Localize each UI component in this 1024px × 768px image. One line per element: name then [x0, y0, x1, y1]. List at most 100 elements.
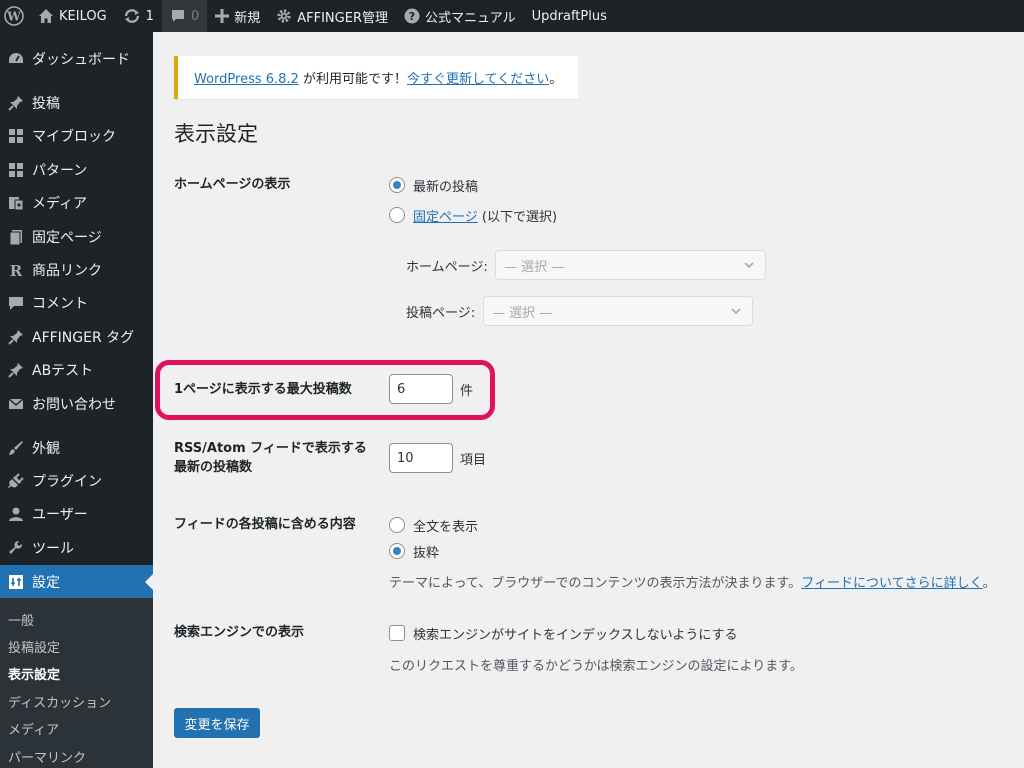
- update-icon: [123, 8, 141, 24]
- sidebar-item-13[interactable]: プラグイン: [0, 464, 153, 498]
- radio-latest-posts[interactable]: [389, 177, 405, 193]
- sidebar-item-label: パターン: [32, 163, 88, 179]
- svg-text:R: R: [10, 262, 23, 279]
- sidebar-item-4[interactable]: パターン: [0, 153, 153, 187]
- comments-count: 0: [190, 8, 200, 24]
- r-icon: R: [0, 261, 32, 279]
- new-content-link[interactable]: 新規: [207, 0, 268, 32]
- sidebar-item-2[interactable]: 投稿: [0, 86, 153, 120]
- noindex-checkbox-label: 検索エンジンがサイトをインデックスしないようにする: [413, 628, 738, 643]
- affinger-label: AFFINGER管理: [297, 10, 388, 26]
- sidebar-item-16[interactable]: 設定: [0, 565, 153, 599]
- site-name-link[interactable]: KEILOG: [30, 0, 115, 32]
- help-icon: ?: [404, 8, 420, 24]
- pin-icon: [0, 328, 32, 346]
- chevron-down-icon: [743, 259, 755, 275]
- posts-page-select-value: — 選択 —: [492, 305, 553, 321]
- sidebar-item-15[interactable]: ツール: [0, 531, 153, 565]
- sidebar-item-label: ツール: [32, 541, 74, 557]
- pin-icon: [0, 94, 32, 112]
- rss-count-input[interactable]: [389, 443, 453, 473]
- user-icon: [0, 505, 32, 523]
- static-page-option: 固定ページ (以下で選択): [413, 206, 557, 225]
- feed-description-text: テーマによって、ブラウザーでのコンテンツの表示方法が決まります。: [389, 576, 802, 591]
- submenu-item[interactable]: 一般: [8, 610, 34, 629]
- notice-end: 。: [549, 72, 563, 87]
- noindex-checkbox[interactable]: [389, 625, 405, 641]
- sidebar-item-11[interactable]: お問い合わせ: [0, 387, 153, 421]
- sidebar-item-7[interactable]: R 商品リンク: [0, 253, 153, 287]
- sidebar-item-1[interactable]: ダッシュボード: [0, 42, 153, 76]
- pin-icon: [0, 361, 32, 379]
- update-now-link[interactable]: 今すぐ更新してください: [407, 72, 549, 87]
- sidebar-item-label: ダッシュボード: [32, 52, 130, 68]
- posts-per-page-input[interactable]: [389, 374, 453, 404]
- radio-full-text[interactable]: [389, 517, 405, 533]
- posts-page-select[interactable]: — 選択 —: [483, 296, 753, 326]
- submenu-item[interactable]: メディア: [8, 719, 59, 738]
- posts-per-page-unit: 件: [460, 384, 474, 399]
- full-text-label: 全文を表示: [413, 520, 479, 535]
- sidebar-item-label: プラグイン: [32, 474, 102, 490]
- sidebar-item-label: 商品リンク: [32, 263, 102, 279]
- rss-count-label-line1: RSS/Atom フィードで表示する: [174, 441, 367, 456]
- latest-posts-label: 最新の投稿: [413, 180, 479, 195]
- updraftplus-link[interactable]: UpdraftPlus: [524, 0, 615, 32]
- comment-icon: [0, 294, 32, 312]
- rss-count-unit: 項目: [460, 453, 487, 468]
- affinger-link[interactable]: AFFINGER管理: [268, 0, 396, 32]
- front-page-select[interactable]: — 選択 —: [495, 250, 766, 280]
- save-changes-button[interactable]: 変更を保存: [174, 708, 260, 738]
- homepage-display-label: ホームページの表示: [174, 177, 291, 192]
- brush-icon: [0, 439, 32, 457]
- version-link[interactable]: WordPress 6.8.2: [194, 72, 299, 87]
- site-name: KEILOG: [59, 8, 107, 24]
- page-icon: [0, 228, 32, 246]
- settings-icon: [0, 573, 32, 591]
- manual-link[interactable]: ? 公式マニュアル: [396, 0, 524, 32]
- patterns-icon: [0, 161, 32, 179]
- submenu-item[interactable]: パーマリンク: [8, 747, 86, 766]
- radio-excerpt[interactable]: [389, 543, 405, 559]
- update-notice: WordPress 6.8.2 が利用可能です！今すぐ更新してください。: [174, 56, 578, 99]
- home-icon: [38, 8, 54, 24]
- sidebar-item-6[interactable]: 固定ページ: [0, 220, 153, 254]
- rss-count-label-line2: 最新の投稿数: [174, 460, 253, 475]
- sidebar-item-label: マイブロック: [32, 129, 116, 145]
- media-icon: [0, 194, 32, 212]
- wordpress-logo-icon[interactable]: W: [0, 0, 30, 32]
- sidebar-item-5[interactable]: メディア: [0, 186, 153, 220]
- feed-learn-more-link[interactable]: フィードについてさらに詳しく: [801, 576, 982, 591]
- sidebar-item-10[interactable]: ABテスト: [0, 353, 153, 387]
- sidebar-item-3[interactable]: マイブロック: [0, 119, 153, 153]
- sidebar-item-label: 投稿: [32, 96, 60, 112]
- search-engine-description: このリクエストを尊重するかどうかは検索エンジンの設定によります。: [389, 659, 803, 674]
- sidebar-item-14[interactable]: ユーザー: [0, 497, 153, 531]
- sidebar-item-9[interactable]: AFFINGER タグ: [0, 320, 153, 354]
- new-label: 新規: [234, 10, 261, 26]
- svg-text:W: W: [6, 10, 21, 24]
- comments-link[interactable]: 0: [161, 0, 208, 32]
- manual-label: 公式マニュアル: [424, 10, 516, 26]
- sidebar-item-8[interactable]: コメント: [0, 286, 153, 320]
- excerpt-label: 抜粋: [413, 546, 440, 561]
- sidebar-item-label: ABテスト: [32, 363, 94, 379]
- plus-icon: [215, 9, 230, 23]
- sidebar-item-12[interactable]: 外観: [0, 431, 153, 465]
- static-page-link[interactable]: 固定ページ: [413, 210, 478, 225]
- gear-icon: [276, 8, 292, 24]
- feed-description-end: 。: [982, 576, 996, 591]
- plugin-icon: [0, 472, 32, 490]
- submenu-item[interactable]: 投稿設定: [8, 637, 60, 656]
- chevron-down-icon: [730, 305, 742, 321]
- submenu-item[interactable]: ディスカッション: [8, 692, 111, 711]
- sidebar-item-label: お問い合わせ: [32, 397, 116, 413]
- page-title: 表示設定: [174, 122, 258, 146]
- radio-static-page[interactable]: [389, 207, 405, 223]
- blocks-icon: [0, 127, 32, 145]
- front-page-select-value: — 選択 —: [504, 259, 565, 275]
- submenu-item[interactable]: 表示設定: [8, 664, 60, 683]
- sidebar-item-label: AFFINGER タグ: [32, 330, 135, 346]
- sidebar-item-label: 外観: [32, 441, 60, 457]
- updates-link[interactable]: 1: [115, 0, 162, 32]
